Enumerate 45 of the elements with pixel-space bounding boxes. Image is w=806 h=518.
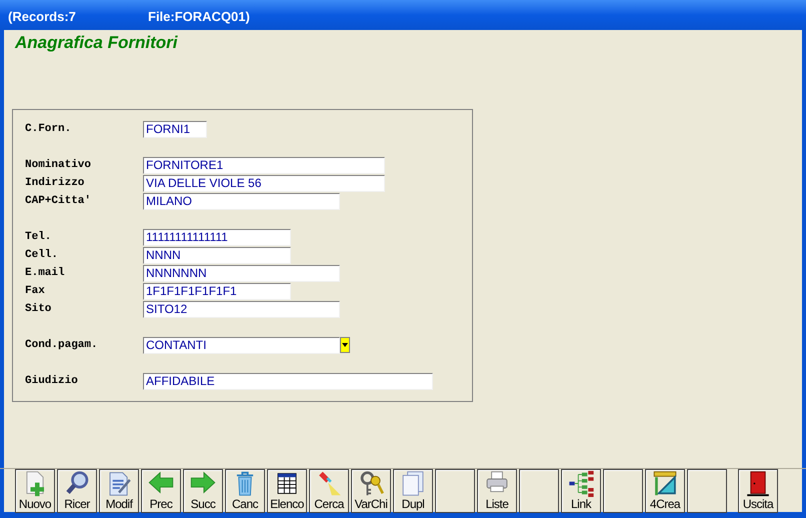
input-field[interactable]: VIA DELLE VIOLE 56 <box>143 174 385 192</box>
input-field[interactable]: NNNNNNN <box>143 264 340 282</box>
field-label: Indirizzo <box>24 176 86 191</box>
input-field[interactable]: 1F1F1F1F1F1F1 <box>143 282 291 300</box>
records-count: (Records:7 <box>8 8 77 26</box>
field-label: E.mail <box>24 266 66 281</box>
input-field[interactable]: AFFIDABILE <box>143 372 433 390</box>
toolbar-button[interactable]: Prec <box>141 468 181 512</box>
input-field[interactable]: FORNITORE1 <box>143 156 385 174</box>
toolbar-button[interactable]: Elenco <box>267 468 307 512</box>
empty-button[interactable] <box>603 468 643 512</box>
toolbar-button[interactable]: Canc <box>225 468 265 512</box>
file-name: File:FORACQ01) <box>148 8 250 26</box>
field-label: Cell. <box>24 248 60 263</box>
dropdown-field[interactable]: CONTANTI <box>143 336 340 354</box>
toolbar-button[interactable]: VarChi <box>351 468 391 512</box>
toolbar-button[interactable]: Nuovo <box>15 468 55 512</box>
input-field[interactable]: SITO12 <box>143 300 340 318</box>
toolbar-button[interactable]: Cerca <box>309 468 349 512</box>
empty-button[interactable] <box>687 468 727 512</box>
toolbar-button[interactable]: Link <box>561 468 601 512</box>
field-label: Tel. <box>24 230 52 245</box>
field-label: Fax <box>24 284 46 299</box>
input-field[interactable]: 11111111111111 <box>143 228 291 246</box>
input-field[interactable]: NNNN <box>143 246 291 264</box>
toolbar-button[interactable]: Succ <box>183 468 223 512</box>
field-label: CAP+Citta' <box>24 194 92 209</box>
input-field[interactable]: FORNI1 <box>143 120 207 138</box>
empty-button[interactable] <box>519 468 559 512</box>
toolbar-button[interactable]: Dupl <box>393 468 433 512</box>
field-label: C.Forn. <box>24 122 72 137</box>
toolbar-button[interactable]: Modif <box>99 468 139 512</box>
field-label: Cond.pagam. <box>24 338 99 353</box>
field-label: Sito <box>24 302 52 317</box>
toolbar-button[interactable]: Liste <box>477 468 517 512</box>
field-label: Nominativo <box>24 158 92 173</box>
toolbar-button[interactable]: 4Crea <box>645 468 685 512</box>
dropdown-button[interactable] <box>340 337 350 353</box>
caret-icon <box>342 343 348 347</box>
form-heading: Anagrafica Fornitori <box>15 32 178 54</box>
input-field[interactable]: MILANO <box>143 192 340 210</box>
empty-button[interactable] <box>435 468 475 512</box>
toolbar-button[interactable]: Ricer <box>57 468 97 512</box>
toolbar-button[interactable]: Uscita <box>738 468 778 512</box>
field-label: Giudizio <box>24 374 79 389</box>
